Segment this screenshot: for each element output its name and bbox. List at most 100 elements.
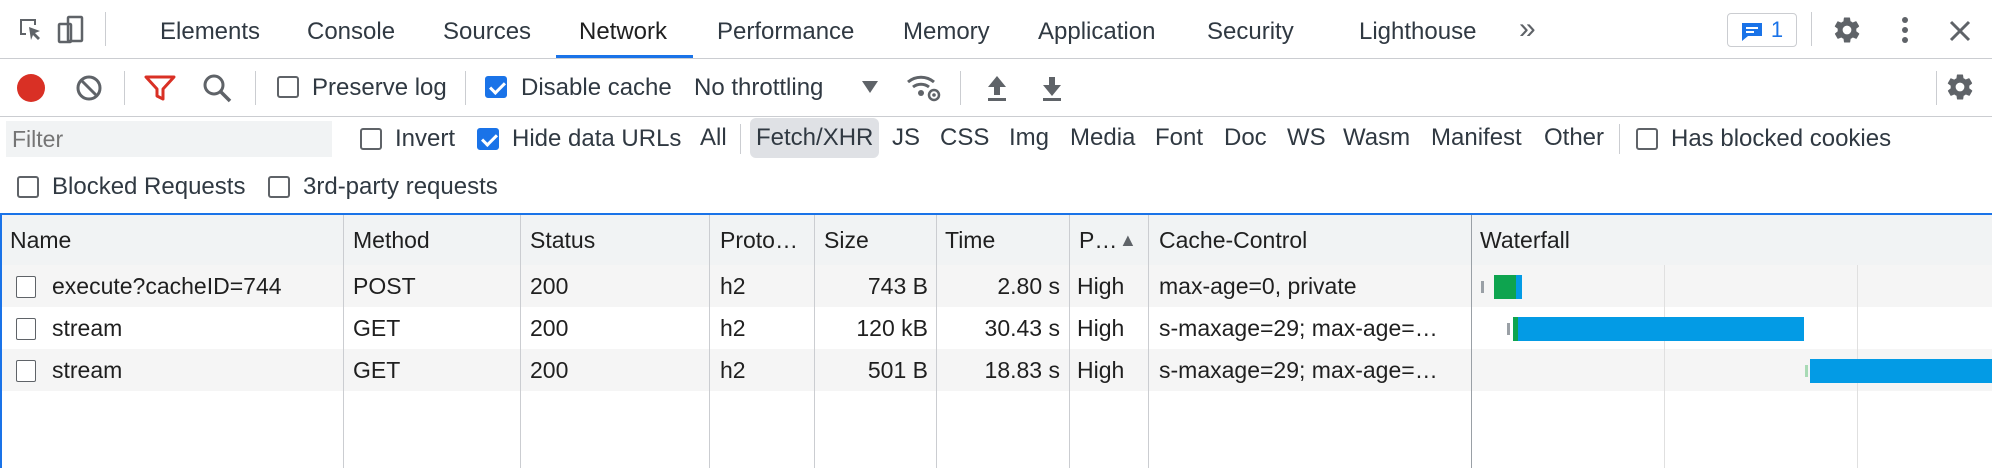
import-har-icon[interactable] [980,71,1014,105]
record-button[interactable] [14,71,48,105]
has-blocked-cookies-checkbox[interactable] [1636,128,1658,150]
cell-protocol: h2 [720,315,746,341]
type-filter-manifest[interactable]: Manifest [1425,118,1528,158]
type-filter-js[interactable]: JS [886,118,926,158]
toolbar-divider [1936,71,1937,105]
toolbar-divider [465,71,466,105]
preserve-log-checkbox[interactable] [277,76,299,98]
column-header-waterfall[interactable]: Waterfall [1480,215,1780,265]
throttling-value: No throttling [694,74,824,101]
disable-cache-checkbox[interactable] [485,76,507,98]
column-divider[interactable] [709,215,710,468]
tab-memory[interactable]: Memory [903,18,990,46]
cell-name: execute?cacheID=744 [52,273,282,299]
invert-checkbox[interactable] [360,128,382,150]
type-filter-doc[interactable]: Doc [1218,118,1273,158]
column-header-name[interactable]: Name [10,215,340,265]
column-header-time[interactable]: Time [945,215,1065,265]
cell-status: 200 [530,357,569,383]
cell-name: stream [52,357,123,383]
filter-icon[interactable] [143,71,177,105]
column-divider[interactable] [1069,215,1070,468]
clear-icon[interactable] [72,71,106,105]
network-settings-gear-icon[interactable] [1943,70,1977,104]
tab-application[interactable]: Application [1038,18,1155,46]
cell-size: 743 B [867,273,928,299]
column-header-protocol[interactable]: Proto… [720,215,816,265]
type-filter-ws[interactable]: WS [1281,118,1332,158]
search-icon[interactable] [200,71,234,105]
tab-elements[interactable]: Elements [160,18,260,46]
tab-lighthouse[interactable]: Lighthouse [1359,18,1476,46]
type-filter-wasm[interactable]: Wasm [1337,118,1416,158]
type-filter-css[interactable]: CSS [934,118,995,158]
waterfall-bar[interactable] [1518,317,1804,341]
export-har-icon[interactable] [1035,71,1069,105]
cell-priority: High [1077,315,1125,341]
filter-input[interactable] [6,121,332,157]
more-tabs-button[interactable]: » [1519,12,1536,46]
request-type-icon [16,276,36,298]
waterfall-queue-bar [1805,365,1808,377]
third-party-requests-checkbox[interactable] [268,176,290,198]
hide-data-urls-label: Hide data URLs [512,125,682,152]
column-header-status[interactable]: Status [530,215,710,265]
waterfall-gridline [1664,265,1665,468]
request-type-icon [16,360,36,382]
column-divider[interactable] [936,215,937,468]
column-header-cache-control[interactable]: Cache-Control [1159,215,1469,265]
network-toolbar: Preserve log Disable cache No throttling [0,59,1992,117]
more-options-icon[interactable] [1888,13,1922,47]
cell-cache-control: s-maxage=29; max-age=… [1159,315,1438,341]
blocked-requests-label: Blocked Requests [52,173,246,200]
column-divider[interactable] [814,215,815,468]
issue-message-icon [1741,21,1763,41]
column-header-method[interactable]: Method [353,215,513,265]
column-divider[interactable] [343,215,344,468]
tab-sources[interactable]: Sources [443,18,531,46]
issues-badge[interactable]: 1 [1727,13,1797,47]
type-filter-all[interactable]: All [694,118,733,158]
cell-method: GET [353,357,401,383]
column-divider[interactable] [520,215,521,468]
cell-size: 501 B [867,357,928,383]
chevron-down-icon [862,81,878,93]
cell-protocol: h2 [720,357,746,383]
type-filter-media[interactable]: Media [1064,118,1141,158]
toolbar-divider [105,12,106,46]
type-filter-other[interactable]: Other [1538,118,1610,158]
type-filter-font[interactable]: Font [1149,118,1209,158]
network-conditions-icon[interactable] [904,70,944,106]
throttling-select[interactable]: No throttling [694,67,884,107]
cell-status: 200 [530,315,569,341]
cell-time: 30.43 s [984,315,1060,341]
cell-time: 2.80 s [997,273,1060,299]
column-divider[interactable] [1471,215,1472,468]
toolbar-divider [255,71,256,105]
cell-protocol: h2 [720,273,746,299]
waterfall-bar[interactable] [1494,275,1516,299]
devtools-tab-bar: Elements Console Sources Network Perform… [0,0,1992,59]
tab-performance[interactable]: Performance [717,18,854,46]
close-devtools-icon[interactable] [1943,14,1977,48]
type-filter-img[interactable]: Img [1003,118,1055,158]
tab-security[interactable]: Security [1207,18,1294,46]
active-tab-indicator [556,55,693,58]
blocked-requests-checkbox[interactable] [17,176,39,198]
cell-priority: High [1077,273,1125,299]
table-row[interactable]: stream GET 200 h2 501 B 18.83 s High s-m… [2,349,1992,391]
settings-gear-icon[interactable] [1830,13,1864,47]
cell-cache-control: max-age=0, private [1159,273,1357,299]
tab-network[interactable]: Network [579,18,667,46]
column-header-size[interactable]: Size [824,215,934,265]
column-divider[interactable] [1148,215,1149,468]
toolbar-divider [1811,12,1812,46]
waterfall-bar[interactable] [1810,359,1992,383]
inspect-element-icon[interactable] [16,15,46,45]
device-toolbar-icon[interactable] [56,14,86,46]
table-row[interactable]: execute?cacheID=744 POST 200 h2 743 B 2.… [2,265,1992,307]
hide-data-urls-checkbox[interactable] [477,128,499,150]
type-filter-fetch-xhr[interactable]: Fetch/XHR [750,118,880,158]
column-header-priority[interactable]: P… [1079,215,1123,265]
tab-console[interactable]: Console [307,18,395,46]
